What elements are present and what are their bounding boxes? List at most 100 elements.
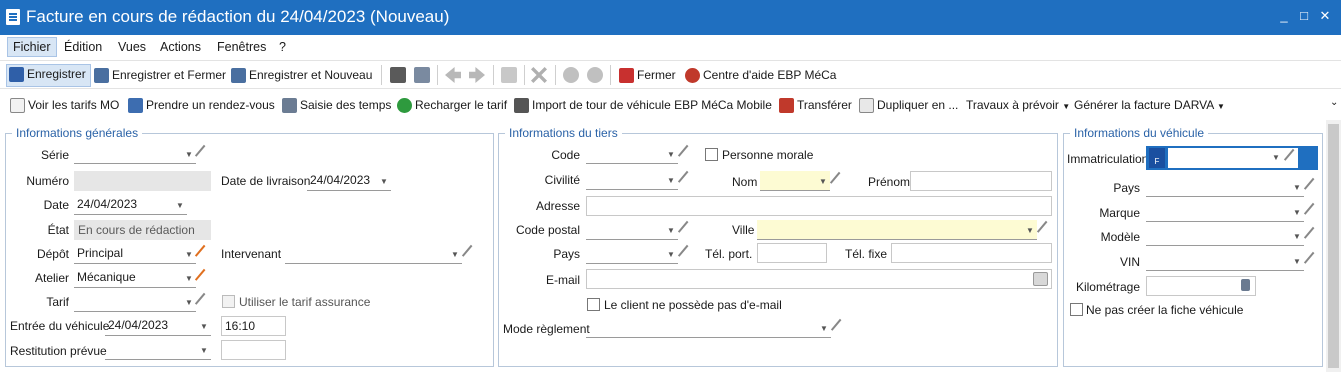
close-window-button[interactable]: ✕ [1317, 8, 1333, 24]
minimize-button[interactable]: _ [1276, 8, 1292, 24]
previous-circle-icon[interactable] [563, 67, 579, 83]
dropdown-arrow-icon[interactable]: ▼ [1292, 252, 1302, 271]
dropdown-arrow-icon[interactable]: ▼ [1292, 178, 1302, 197]
legal-entity-checkbox[interactable] [705, 148, 718, 161]
dropdown-arrow-icon[interactable]: ▼ [379, 172, 389, 191]
menu-edition[interactable]: Édition [59, 39, 107, 57]
dropdown-arrow-icon[interactable]: ▼ [1292, 227, 1302, 246]
next-circle-icon[interactable] [587, 67, 603, 83]
planned-work-dropdown[interactable]: Travaux à prévoir ▼ [946, 96, 1070, 116]
vehicle-pays-label: Pays [1113, 181, 1140, 195]
import-tour-button[interactable]: Import de tour de véhicule EBP MéCa Mobi… [512, 96, 772, 116]
marque-select[interactable] [1146, 202, 1304, 222]
close-doc-icon [619, 68, 634, 83]
save-label: Enregistrer [27, 67, 86, 81]
appointment-button[interactable]: Prendre un rendez-vous [126, 96, 275, 116]
payment-mode-select[interactable] [586, 318, 831, 338]
vehicle-entry-date[interactable]: 24/04/2023 [105, 316, 211, 336]
save-close-button[interactable]: Enregistrer et Fermer [92, 66, 226, 86]
transfer-button[interactable]: Transférer [777, 96, 852, 116]
menu-fichier[interactable]: Fichier [7, 37, 57, 57]
darva-invoice-dropdown[interactable]: Générer la facture DARVA ▼ [1054, 96, 1225, 116]
dropdown-arrow-icon[interactable]: ▼ [184, 145, 194, 164]
print-icon[interactable] [390, 67, 406, 83]
dropdown-arrow-icon[interactable]: ▼ [819, 319, 829, 338]
scrollbar-thumb[interactable] [1328, 124, 1339, 368]
vehicle-entry-time[interactable]: 16:10 [221, 316, 286, 336]
adresse-field[interactable] [586, 196, 1052, 216]
email-field[interactable] [586, 269, 1052, 289]
tarif-select[interactable] [74, 292, 196, 312]
toolbar-separator [381, 65, 382, 85]
maximize-button[interactable]: □ [1296, 8, 1312, 24]
dropdown-arrow-icon[interactable]: ▼ [1025, 221, 1035, 240]
dropdown-arrow-icon[interactable]: ▼ [666, 145, 676, 164]
view-mo-rates-button[interactable]: Voir les tarifs MO [8, 96, 119, 116]
code-select[interactable] [586, 144, 678, 164]
redo-arrow-icon[interactable] [469, 67, 485, 83]
mileage-field[interactable] [1146, 276, 1256, 296]
delete-x-icon[interactable] [531, 67, 547, 83]
mobile-phone-field[interactable] [757, 243, 827, 263]
ville-select[interactable] [757, 220, 1037, 240]
close-document-button[interactable]: Fermer [617, 66, 676, 86]
time-entry-button[interactable]: Saisie des temps [280, 96, 391, 116]
duplicate-icon [859, 98, 874, 113]
undo-arrow-icon[interactable] [445, 67, 461, 83]
insurance-rate-checkbox[interactable] [222, 295, 235, 308]
depot-select[interactable]: Principal [74, 244, 196, 264]
tiers-pays-select[interactable] [586, 244, 678, 264]
help-center-button[interactable]: Centre d'aide EBP MéCa [683, 66, 836, 86]
modele-select[interactable] [1146, 226, 1304, 246]
tarif-label: Tarif [46, 295, 69, 309]
dropdown-arrow-icon[interactable]: ▼ [199, 341, 209, 360]
dropdown-arrow-icon[interactable]: ▼ [450, 245, 460, 264]
serie-select[interactable] [74, 144, 196, 164]
save-button[interactable]: Enregistrer [6, 64, 91, 87]
dropdown-arrow-icon[interactable]: ▼ [666, 221, 676, 240]
postal-code-select[interactable] [586, 220, 678, 240]
dropdown-arrow-icon[interactable]: ▼ [666, 171, 676, 190]
vin-select[interactable] [1146, 251, 1304, 271]
planned-work-label: Travaux à prévoir [966, 98, 1059, 112]
plate-country-letter: F [1154, 157, 1160, 166]
depot-label: Dépôt [36, 247, 69, 261]
dropdown-arrow-icon[interactable]: ▼ [1292, 203, 1302, 222]
toolbar-overflow-chevron-icon[interactable]: ⌄ [1330, 97, 1338, 108]
vertical-scrollbar[interactable] [1326, 120, 1341, 372]
calculator-icon[interactable] [1241, 279, 1250, 291]
menu-help[interactable]: ? [274, 39, 291, 57]
menu-vues[interactable]: Vues [113, 39, 151, 57]
menu-actions[interactable]: Actions [155, 39, 206, 57]
no-email-checkbox[interactable] [587, 298, 600, 311]
menu-fenetres[interactable]: Fenêtres [212, 39, 271, 57]
mobile-icon [514, 98, 529, 113]
vehicle-pays-select[interactable] [1146, 177, 1304, 197]
print-preview-icon[interactable] [414, 67, 430, 83]
dropdown-arrow-icon[interactable]: ▼ [818, 172, 828, 191]
intervenant-select[interactable] [285, 244, 462, 264]
save-new-button[interactable]: Enregistrer et Nouveau [229, 66, 372, 86]
dropdown-arrow-icon[interactable]: ▼ [175, 196, 185, 215]
no-vehicle-record-checkbox[interactable] [1070, 303, 1083, 316]
restitution-date[interactable] [105, 340, 211, 360]
floppy-close-icon [94, 68, 109, 83]
atelier-select[interactable]: Mécanique [74, 268, 196, 288]
copy-icon[interactable] [501, 67, 517, 83]
dropdown-arrow-icon[interactable]: ▼ [1271, 148, 1281, 167]
landline-field[interactable] [891, 243, 1052, 263]
restitution-time[interactable] [221, 340, 286, 360]
dropdown-arrow-icon[interactable]: ▼ [666, 245, 676, 264]
date-field[interactable]: 24/04/2023 [74, 195, 187, 215]
dropdown-arrow-icon[interactable]: ▼ [184, 269, 194, 288]
civilite-select[interactable] [586, 170, 678, 190]
duplicate-button[interactable]: Dupliquer en ... [857, 96, 958, 116]
toolbar-separator [610, 65, 611, 85]
email-send-icon[interactable] [1033, 272, 1048, 286]
prenom-field[interactable] [910, 171, 1052, 191]
dropdown-arrow-icon[interactable]: ▼ [199, 317, 209, 336]
dropdown-arrow-icon[interactable]: ▼ [184, 245, 194, 264]
vehicle-entry-label: Entrée du véhicule [10, 319, 110, 333]
reload-rate-button[interactable]: Recharger le tarif [395, 96, 507, 116]
dropdown-arrow-icon[interactable]: ▼ [184, 293, 194, 312]
